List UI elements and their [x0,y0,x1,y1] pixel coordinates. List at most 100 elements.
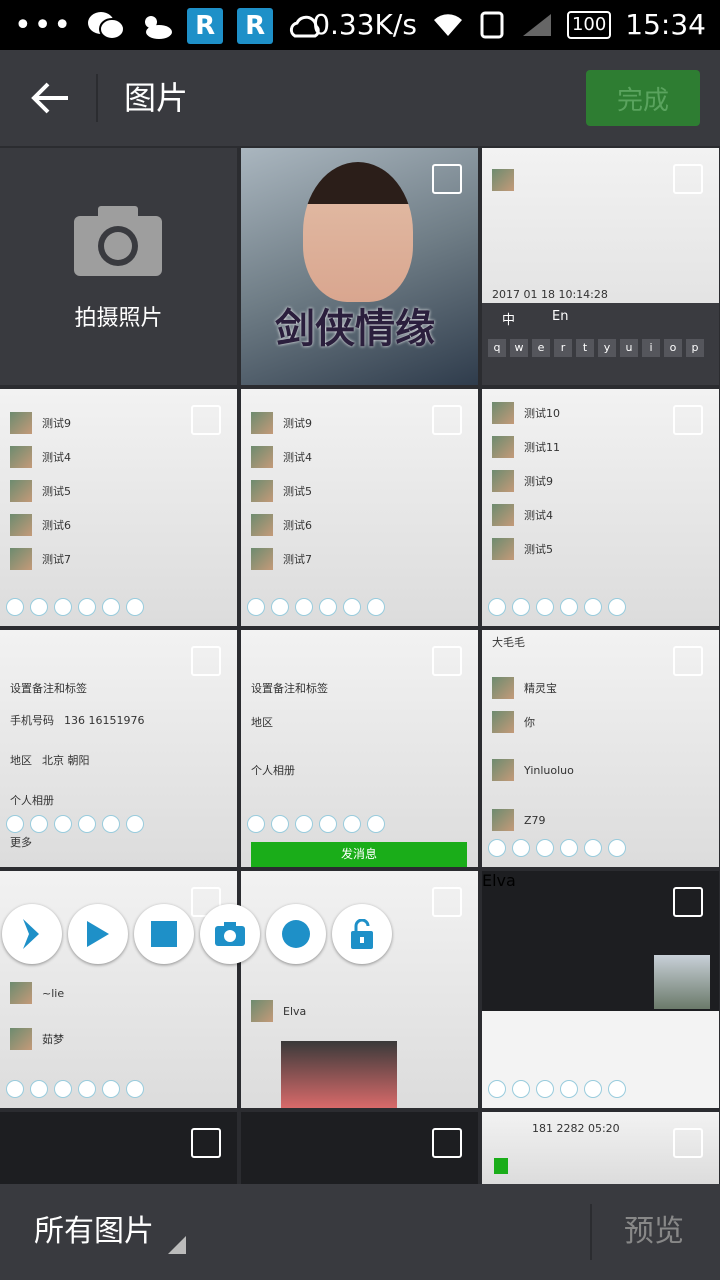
select-checkbox[interactable] [673,887,703,917]
take-photo-tile[interactable]: 拍摄照片 [0,148,237,385]
region-value: 北京 朝阳 [42,754,90,767]
select-checkbox[interactable] [432,887,462,917]
contact-name: 测试9 [283,417,312,430]
photo-thumbnail[interactable]: 181 2282 05:20 [482,1112,719,1184]
avatar [492,677,514,699]
settings-row: 地区 [10,754,32,767]
floating-recorder-toolbar [2,904,392,964]
clock: 15:34 [625,8,706,41]
sim-icon [480,11,504,38]
avatar [251,412,273,434]
photo-thumbnail[interactable]: 测试10 测试11 测试9 测试4 测试5 [482,389,719,626]
avatar [492,436,514,458]
more-dots-icon: ••• [14,8,74,43]
avatar [251,548,273,570]
contact-name: 测试6 [42,519,71,532]
chat-timestamp: 2017 01 18 10:14:28 [492,287,608,301]
stop-icon [151,921,177,947]
settings-row: 地区 [251,716,273,729]
contact-name: 测试9 [524,475,553,488]
weather-icon [145,16,173,39]
screenshot-button[interactable] [200,904,260,964]
ime-en-label: En [552,309,569,324]
contact-name: 测试4 [283,451,312,464]
avatar [251,446,273,468]
mini-toolbar [488,598,626,616]
back-arrow-icon[interactable] [28,76,72,120]
poster-title: 剑侠情缘 [275,305,435,352]
status-bar: ••• R R 0.33K/s 100 15:34 [0,0,720,50]
preview-button[interactable]: 预览 [624,1212,684,1252]
photo-thumbnail[interactable]: 2017 01 18 10:14:28 中 En q w e r t y u i… [482,148,719,385]
wechat-icon [88,12,126,40]
camera-icon [215,922,245,946]
play-icon [87,921,109,947]
settings-row: 手机号码 [10,714,54,727]
select-checkbox[interactable] [673,646,703,676]
battery-icon: 100 [566,10,612,39]
stop-button[interactable] [134,904,194,964]
key: p [686,339,704,357]
collapse-button[interactable] [2,904,62,964]
select-checkbox[interactable] [432,405,462,435]
select-checkbox[interactable] [191,1128,221,1158]
settings-row: 个人相册 [10,794,54,807]
contact-name: Elva [482,871,516,890]
contact-name: 茹梦 [42,1033,64,1046]
contact-name: Z79 [524,813,546,827]
contact-name: 精灵宝 [524,682,557,695]
mini-toolbar [247,815,385,833]
contact-name: 测试10 [524,407,560,420]
select-checkbox[interactable] [191,405,221,435]
record-button[interactable] [266,904,326,964]
phone-number: 136 16151976 [64,713,145,727]
avatar [492,711,514,733]
settings-row: 设置备注和标签 [10,682,87,695]
lock-button[interactable] [332,904,392,964]
contact-name: 测试6 [283,519,312,532]
photo-thumbnail[interactable]: 剑侠情缘 [241,148,478,385]
contact-name: 你 [524,716,535,729]
photo-thumbnail[interactable] [241,1112,478,1184]
select-checkbox[interactable] [673,405,703,435]
title-bar: 图片 完成 [0,50,720,146]
contact-name: 测试7 [42,553,71,566]
photo-thumbnail[interactable]: Elva [482,871,719,1108]
album-selector[interactable]: 所有图片 [34,1212,154,1252]
contact-name: 测试5 [524,543,553,556]
app-r-icon-2: R [237,8,274,44]
avatar [492,809,514,831]
photo-thumbnail[interactable]: 测试9 测试4 测试5 测试6 测试7 [241,389,478,626]
photo-thumbnail[interactable]: 大毛毛 精灵宝 你 Yinluoluo Z79 [482,630,719,867]
mini-toolbar [488,839,626,857]
avatar [492,759,514,781]
key: e [532,339,550,357]
select-checkbox[interactable] [432,164,462,194]
divider [96,74,98,122]
select-checkbox[interactable] [432,1128,462,1158]
key: q [488,339,506,357]
avatar [251,480,273,502]
key: u [620,339,638,357]
select-checkbox[interactable] [673,1128,703,1158]
photo-thumbnail[interactable]: 测试9 测试4 测试5 测试6 测试7 [0,389,237,626]
contact-name: 测试5 [283,485,312,498]
select-checkbox[interactable] [191,646,221,676]
avatar [10,982,32,1004]
ime-label: 中 [502,313,516,328]
avatar [10,548,32,570]
photo-thumbnail[interactable]: 设置备注和标签 地区 个人相册 发消息 [241,630,478,867]
mini-toolbar [247,598,385,616]
select-checkbox[interactable] [673,164,703,194]
done-button[interactable]: 完成 [586,70,700,126]
select-checkbox[interactable] [432,646,462,676]
settings-row: 更多 [10,836,32,849]
photo-thumbnail[interactable] [0,1112,237,1184]
contact-name: 测试11 [524,441,560,454]
unlock-icon [351,919,373,949]
play-button[interactable] [68,904,128,964]
mini-toolbar [6,815,144,833]
photo-thumbnail[interactable]: 设置备注和标签 手机号码 136 16151976 地区 北京 朝阳 个人相册 更多 [0,630,237,867]
bottom-bar: 所有图片 预览 [0,1184,720,1280]
avatar [10,446,32,468]
